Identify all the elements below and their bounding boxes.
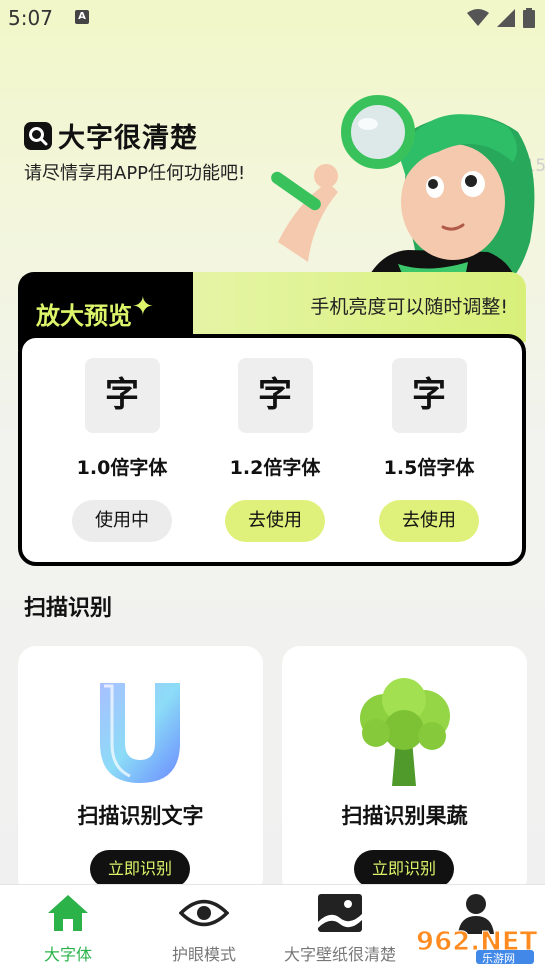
wallpaper-icon [318,894,362,932]
nav-item-wallpaper[interactable]: 大字壁纸很清楚 [272,889,408,965]
nav-label: 大字体 [43,945,92,964]
glass-u-icon [100,683,180,783]
use-font-button[interactable]: 去使用 [379,500,479,542]
watermark-logo-subtext: 乐游网 [482,952,515,964]
search-magnifier-icon [24,121,52,150]
app-subtitle: 请尽情享用APP任何功能吧! [24,163,246,184]
recognize-now-button[interactable]: 立即识别 [354,850,454,888]
font-option-1-2x: 字 1.2倍字体 去使用 [210,358,340,542]
notification-app-icon: A [75,10,89,24]
in-use-button[interactable]: 使用中 [72,500,172,542]
scan-card-label: 扫描识别果蔬 [341,804,468,828]
font-sample-tile: 字 [237,358,313,433]
app-title: 大字很清楚 [58,123,198,154]
hero-title: 大字很清楚 [24,116,198,155]
scan-card-label: 扫描识别文字 [77,804,204,828]
scan-section-title: 扫描识别 [24,596,113,621]
nav-item-eye-care[interactable]: 护眼模式 [136,889,272,965]
font-scale-label: 1.0倍字体 [76,457,168,479]
mascot-with-magnifier-image [271,95,535,288]
font-option-1x: 字 1.0倍字体 使用中 [57,358,187,542]
recognize-now-button[interactable]: 立即识别 [90,850,190,888]
broccoli-icon [360,678,450,786]
preview-title: 放大预览 [36,302,132,330]
eye-icon [179,899,229,927]
font-scale-label: 1.2倍字体 [229,457,321,479]
use-font-button[interactable]: 去使用 [225,500,325,542]
font-option-1-5x: 字 1.5倍字体 去使用 [364,358,494,542]
font-sample-tile: 字 [84,358,160,433]
sparkle-icon: ✦ [132,292,154,322]
scan-produce-card[interactable]: 扫描识别果蔬 立即识别 [282,646,527,896]
brightness-tip: 手机亮度可以随时调整! [310,296,508,318]
battery-icon [523,8,535,28]
preview-header-bar: 手机亮度可以随时调整! [168,272,526,342]
wifi-icon [467,9,489,26]
nav-label: 大字壁纸很清楚 [283,945,396,964]
font-scale-label: 1.5倍字体 [383,457,475,479]
962-net-watermark-logo: 962.NET 乐游网 [416,927,538,964]
status-time: 5:07 [8,6,53,30]
nav-item-large-font[interactable]: 大字体 [0,889,136,965]
nav-label: 护眼模式 [171,945,236,964]
scan-text-card[interactable]: 扫描识别文字 立即识别 [18,646,263,896]
status-bar: 5:07 A [0,0,545,36]
signal-icon [497,9,515,27]
font-options-panel: 字 1.0倍字体 使用中 字 1.2倍字体 去使用 字 1.5倍字体 去使用 [18,334,526,566]
font-preview-card: 手机亮度可以随时调整! 放大预览 ✦ 字 1.0倍字体 使用中 字 1.2倍字体… [18,272,526,566]
font-sample-tile: 字 [391,358,467,433]
home-icon [48,895,88,931]
